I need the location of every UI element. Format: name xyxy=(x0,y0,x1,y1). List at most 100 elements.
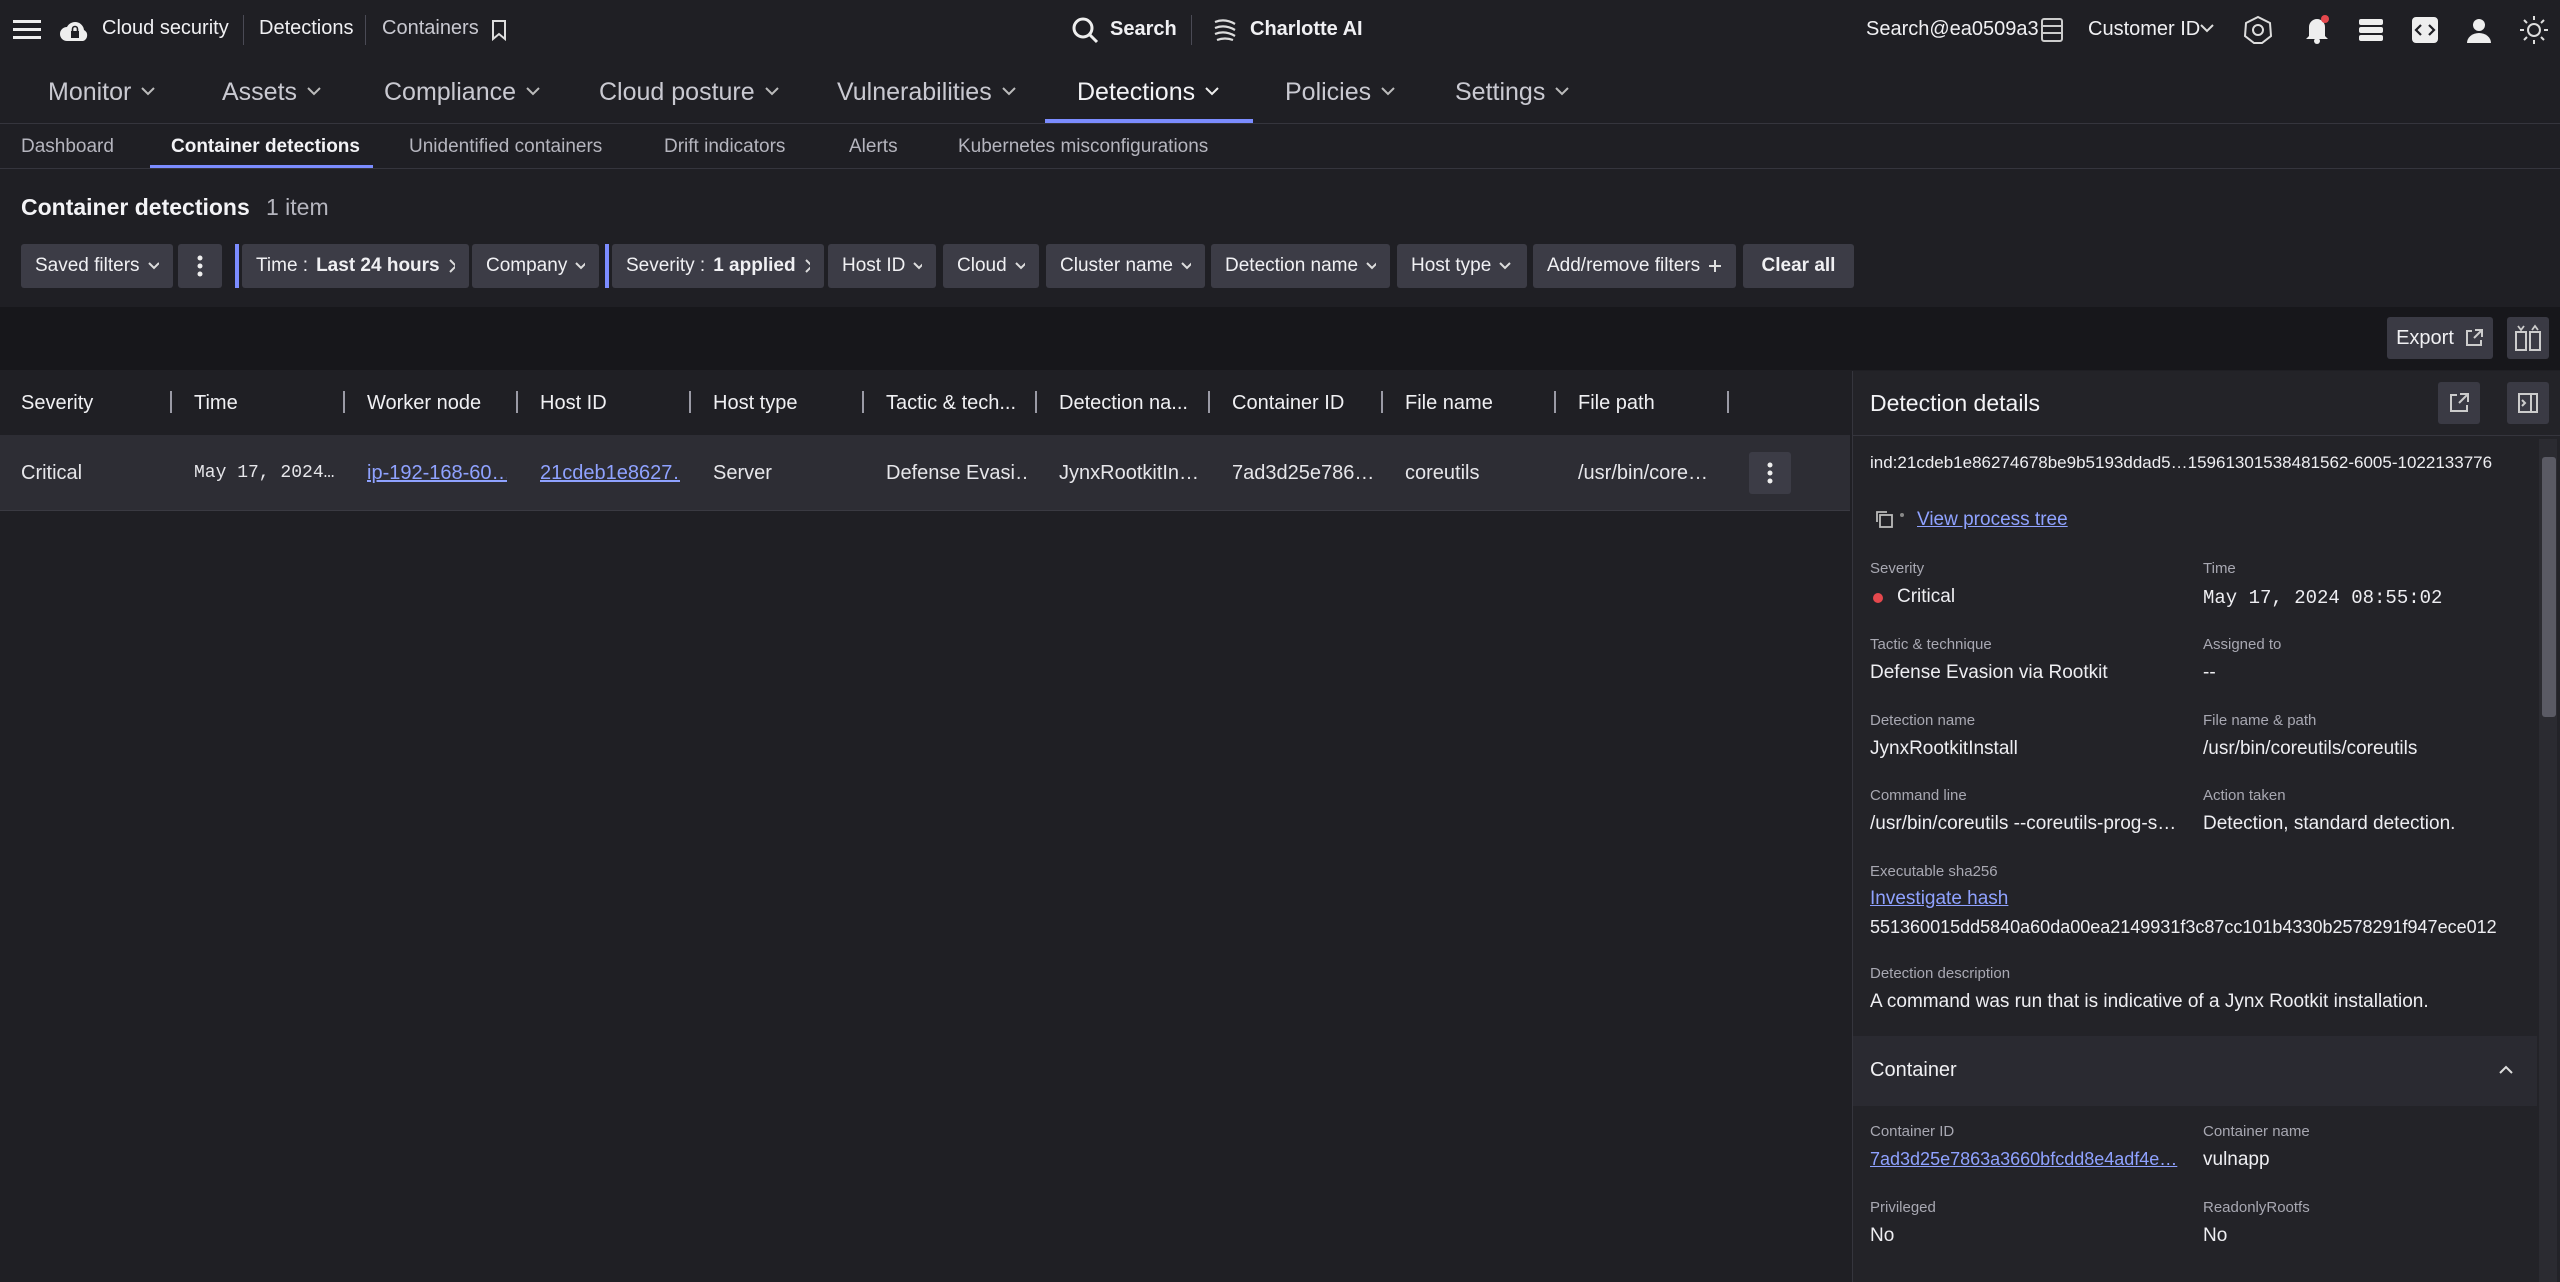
sha256-value: 551360015dd5840a60da00ea2149931f3c87cc10… xyxy=(1870,917,2497,937)
tab-container-detections[interactable]: Container detections xyxy=(171,125,360,169)
cluster-name-filter[interactable]: Cluster name xyxy=(1046,244,1205,288)
open-external-button[interactable] xyxy=(2438,382,2480,424)
add-remove-filters-button[interactable]: Add/remove filters xyxy=(1533,244,1736,288)
nav-settings[interactable]: Settings xyxy=(1455,60,1570,124)
external-link-icon xyxy=(2450,393,2469,412)
collapse-panel-button[interactable] xyxy=(2507,382,2549,424)
page-title: Container detections xyxy=(21,194,250,220)
company-filter[interactable]: Company xyxy=(472,244,599,288)
view-process-tree-link[interactable]: View process tree xyxy=(1917,509,2068,531)
col-tactic[interactable]: Tactic & tech... xyxy=(886,371,1016,435)
export-icon xyxy=(2465,329,2483,346)
cell-worker-node-link[interactable]: ip-192-168-60… xyxy=(367,435,507,511)
tab-alerts[interactable]: Alerts xyxy=(849,125,898,169)
tab-kubernetes-misconfigurations[interactable]: Kubernetes misconfigurations xyxy=(958,125,1208,169)
nav-assets[interactable]: Assets xyxy=(222,60,321,124)
saved-filters-dropdown[interactable]: Saved filters xyxy=(21,244,173,288)
action-taken-value: Detection, standard detection. xyxy=(2203,813,2456,834)
database-icon[interactable] xyxy=(2038,15,2066,45)
readonly-rootfs-value: No xyxy=(2203,1225,2228,1246)
theme-sun-icon[interactable] xyxy=(2518,14,2550,46)
panel-title: Detection details xyxy=(1870,390,2041,416)
investigate-hash-link[interactable]: Investigate hash xyxy=(1870,888,2008,910)
search-icon[interactable] xyxy=(1070,15,1100,45)
column-resize-handle[interactable] xyxy=(1381,391,1383,413)
charlotte-ai-icon[interactable] xyxy=(1210,15,1240,45)
row-actions-button[interactable] xyxy=(1749,452,1791,494)
kebab-icon xyxy=(197,255,203,277)
col-severity[interactable]: Severity xyxy=(21,371,93,435)
nav-vulnerabilities[interactable]: Vulnerabilities xyxy=(837,60,1016,124)
divider xyxy=(243,15,244,45)
column-resize-handle[interactable] xyxy=(1554,391,1556,413)
container-section-header[interactable]: Container xyxy=(1853,1036,2537,1106)
nav-cloud-posture[interactable]: Cloud posture xyxy=(599,60,779,124)
sha256-label: Executable sha256 xyxy=(1870,863,1998,880)
column-resize-handle[interactable] xyxy=(343,391,345,413)
queue-icon[interactable] xyxy=(2356,15,2386,45)
tab-dashboard[interactable]: Dashboard xyxy=(21,125,114,169)
scrollbar-thumb[interactable] xyxy=(2542,457,2556,717)
chevron-up-icon[interactable] xyxy=(2498,1062,2514,1076)
close-icon[interactable] xyxy=(448,258,455,274)
top-bar: Cloud security Detections Containers Sea… xyxy=(0,0,2560,60)
column-resize-handle[interactable] xyxy=(689,391,691,413)
dot-separator xyxy=(1900,513,1904,517)
detection-name-filter[interactable]: Detection name xyxy=(1211,244,1390,288)
close-icon[interactable] xyxy=(804,258,810,274)
column-resize-handle[interactable] xyxy=(170,391,172,413)
cloud-filter[interactable]: Cloud xyxy=(943,244,1039,288)
col-time[interactable]: Time xyxy=(194,371,238,435)
code-icon[interactable] xyxy=(2410,15,2440,45)
container-id-link[interactable]: 7ad3d25e7863a3660bfcdd8e4adf4e… xyxy=(1870,1149,2177,1170)
kubernetes-icon[interactable] xyxy=(2242,14,2274,46)
col-container-id[interactable]: Container ID xyxy=(1232,371,1344,435)
table-row[interactable]: Critical May 17, 2024… ip-192-168-60… 21… xyxy=(0,435,1850,511)
charlotte-ai-button[interactable]: Charlotte AI xyxy=(1250,18,1363,41)
col-file-path[interactable]: File path xyxy=(1578,371,1655,435)
assigned-label: Assigned to xyxy=(2203,636,2282,653)
host-type-filter[interactable]: Host type xyxy=(1397,244,1527,288)
nav-detections[interactable]: Detections xyxy=(1077,60,1219,124)
export-button[interactable]: Export xyxy=(2387,317,2493,359)
command-line-value: /usr/bin/coreutils --coreutils-prog-s… xyxy=(1870,813,2177,834)
customer-id-dropdown[interactable]: Customer ID xyxy=(2088,18,2200,41)
severity-value: Critical xyxy=(1897,586,1956,607)
cell-host-id-link[interactable]: 21cdeb1e8627… xyxy=(540,435,680,511)
col-worker-node[interactable]: Worker node xyxy=(367,371,481,435)
tab-drift-indicators[interactable]: Drift indicators xyxy=(664,125,785,169)
app-name[interactable]: Cloud security xyxy=(102,17,229,40)
clear-all-button[interactable]: Clear all xyxy=(1743,244,1854,288)
time-filter[interactable]: Time : Last 24 hours xyxy=(242,244,469,288)
nav-monitor[interactable]: Monitor xyxy=(48,60,156,124)
column-settings-button[interactable] xyxy=(2507,317,2549,359)
col-file-name[interactable]: File name xyxy=(1405,371,1493,435)
nav-policies[interactable]: Policies xyxy=(1285,60,1395,124)
column-resize-handle[interactable] xyxy=(516,391,518,413)
search-button[interactable]: Search xyxy=(1110,18,1177,41)
time-label: Time xyxy=(2203,560,2236,577)
column-resize-handle[interactable] xyxy=(1208,391,1210,413)
filter-options-button[interactable] xyxy=(178,244,222,288)
user-icon[interactable] xyxy=(2464,15,2494,45)
copy-icon[interactable] xyxy=(1873,508,1895,530)
kebab-icon xyxy=(1767,462,1773,484)
bell-icon[interactable] xyxy=(2302,13,2332,45)
chevron-down-icon[interactable] xyxy=(2200,22,2214,36)
col-host-type[interactable]: Host type xyxy=(713,371,797,435)
filter-active-marker xyxy=(605,244,609,288)
column-resize-handle[interactable] xyxy=(862,391,864,413)
host-id-filter[interactable]: Host ID xyxy=(828,244,936,288)
col-detection-name[interactable]: Detection na... xyxy=(1059,371,1188,435)
severity-filter[interactable]: Severity :1 applied xyxy=(612,244,824,288)
table-header: Severity Time Worker node Host ID Host t… xyxy=(0,371,1850,435)
breadcrumb-detections[interactable]: Detections xyxy=(259,17,354,40)
bookmark-icon[interactable] xyxy=(488,18,510,42)
readonly-rootfs-label: ReadonlyRootfs xyxy=(2203,1199,2310,1216)
menu-icon[interactable] xyxy=(12,16,42,44)
col-host-id[interactable]: Host ID xyxy=(540,371,607,435)
column-resize-handle[interactable] xyxy=(1035,391,1037,413)
column-resize-handle[interactable] xyxy=(1727,391,1729,413)
tab-unidentified-containers[interactable]: Unidentified containers xyxy=(409,125,602,169)
nav-compliance[interactable]: Compliance xyxy=(384,60,540,124)
